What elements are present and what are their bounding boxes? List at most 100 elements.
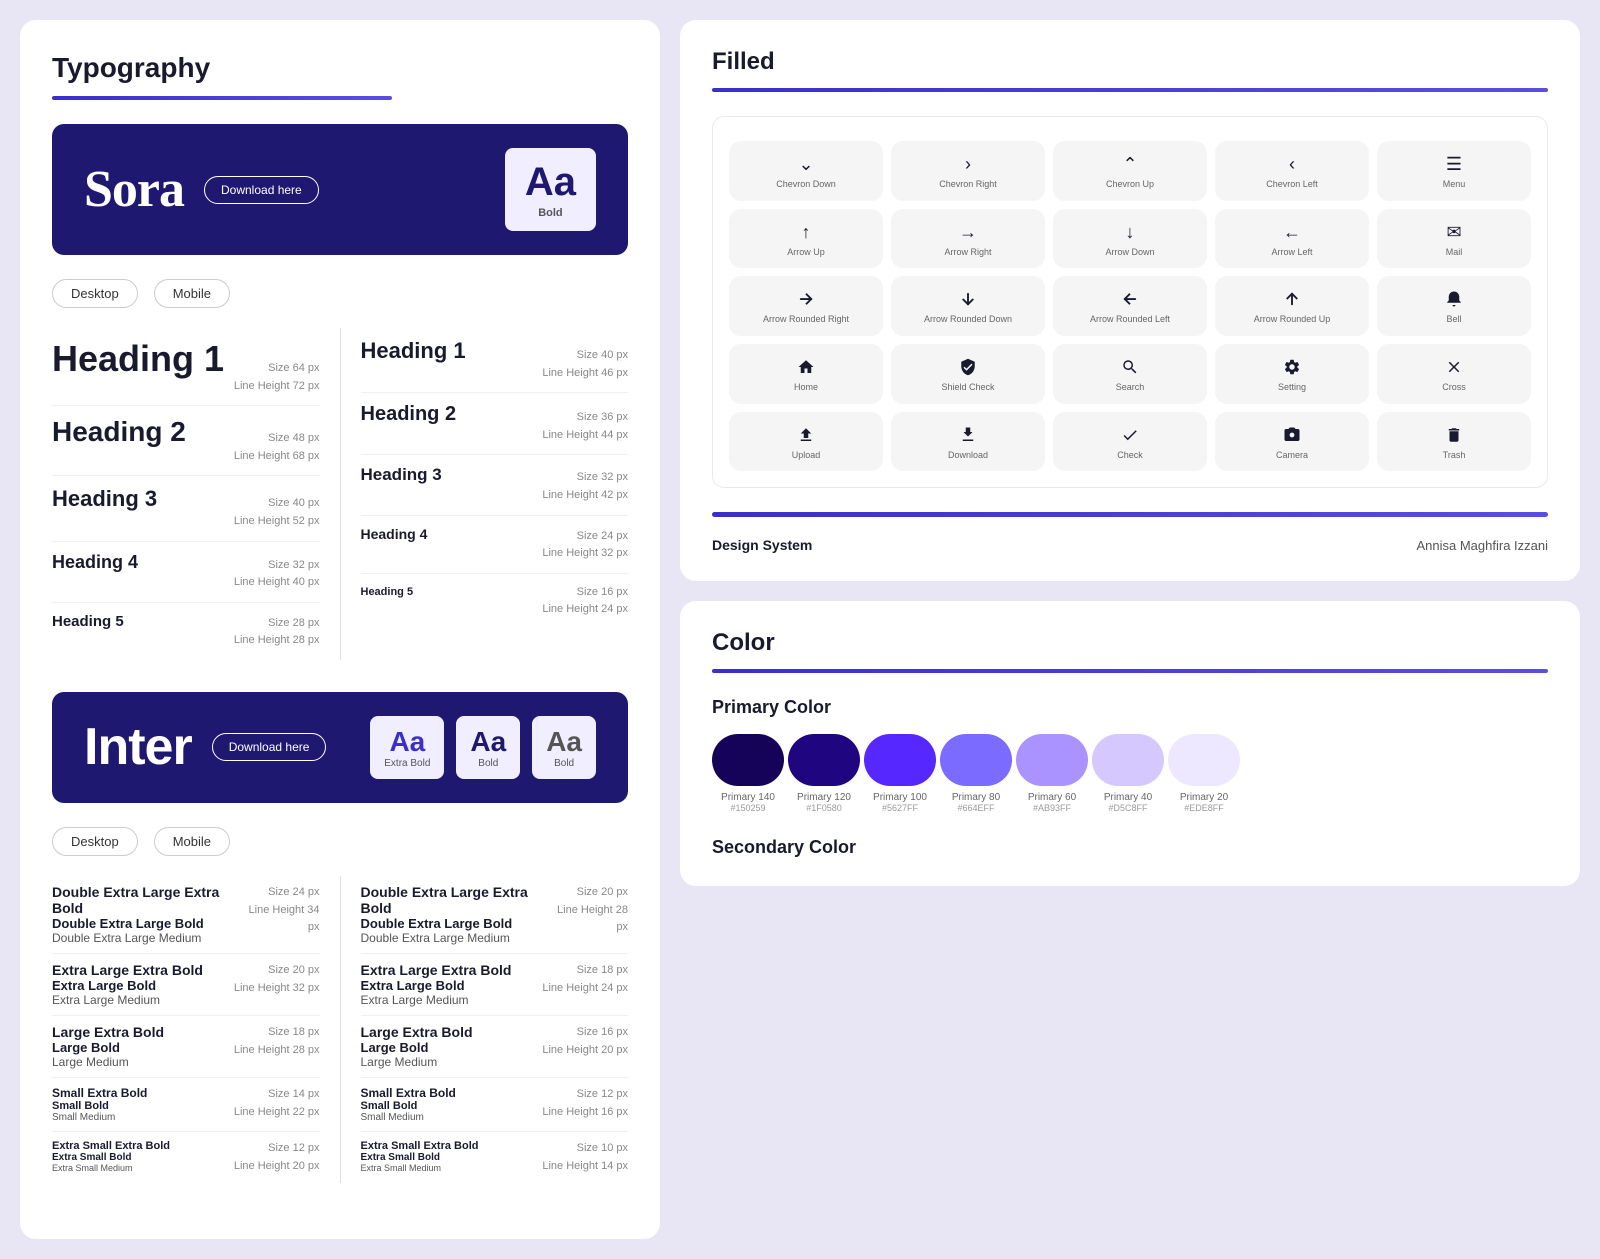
desktop-heading1: Heading 1 — [52, 338, 224, 380]
inter-font-name: Inter — [84, 717, 192, 777]
icon-download: Download — [891, 412, 1045, 472]
icon-grid: ⌄ Chevron Down › Chevron Right ⌃ Chevron… — [729, 141, 1531, 471]
sora-mobile-col: Heading 1 Size 40 pxLine Height 46 px He… — [361, 328, 629, 660]
icon-check: Check — [1053, 412, 1207, 472]
table-row: Extra Large Extra Bold Extra Large Bold … — [361, 954, 629, 1016]
headings-divider — [340, 328, 341, 660]
inter-divider — [340, 876, 341, 1183]
inter-mobile-tab[interactable]: Mobile — [154, 827, 230, 856]
design-system-footer: Design System Annisa Maghfira Izzani — [712, 529, 1548, 553]
color-divider — [712, 669, 1548, 673]
table-row: Heading 3 Size 32 pxLine Height 42 px — [361, 455, 629, 515]
title-divider — [52, 96, 392, 100]
table-row: Heading 4 Size 32 pxLine Height 40 px — [52, 542, 320, 603]
icon-arrow-rounded-left: Arrow Rounded Left — [1053, 276, 1207, 336]
icon-arrow-up: ↑ Arrow Up — [729, 209, 883, 269]
inter-desktop-tab[interactable]: Desktop — [52, 827, 138, 856]
arrow-rounded-right-icon — [797, 290, 815, 308]
chevron-up-icon: ⌃ — [1122, 155, 1137, 173]
mobile-heading4: Heading 4 — [361, 526, 428, 542]
icon-bell: Bell — [1377, 276, 1531, 336]
list-item: Primary 20 #EDE8FF — [1168, 734, 1240, 813]
primary-120-swatch — [788, 734, 860, 786]
table-row: Extra Small Extra Bold Extra Small Bold … — [52, 1132, 320, 1183]
inter-preview-bold2: Aa Bold — [532, 716, 596, 779]
icon-setting: Setting — [1215, 344, 1369, 404]
search-icon — [1121, 358, 1139, 376]
table-row: Double Extra Large Extra Bold Double Ext… — [52, 876, 320, 954]
table-row: Heading 1 Size 64 pxLine Height 72 px — [52, 328, 320, 406]
list-item: Primary 40 #D5C8FF — [1092, 734, 1164, 813]
inter-mobile-col: Double Extra Large Extra Bold Double Ext… — [361, 876, 629, 1183]
table-row: Extra Large Extra Bold Extra Large Bold … — [52, 954, 320, 1016]
arrow-up-icon: ↑ — [802, 223, 811, 241]
color-card: Color Primary Color Primary 140 #150259 … — [680, 601, 1580, 886]
sora-aa-label: Bold — [538, 207, 562, 219]
mobile-heading1: Heading 1 — [361, 338, 466, 364]
list-item: Primary 120 #1F0580 — [788, 734, 860, 813]
table-row: Extra Small Extra Bold Extra Small Bold … — [361, 1132, 629, 1183]
sora-desktop-col: Heading 1 Size 64 pxLine Height 72 px He… — [52, 328, 320, 660]
icon-search: Search — [1053, 344, 1207, 404]
arrow-rounded-left-icon — [1121, 290, 1139, 308]
color-section-title: Color — [712, 629, 1548, 657]
icons-card: Filled ⌄ Chevron Down › Chevron Right ⌃ … — [680, 20, 1580, 581]
setting-icon — [1283, 358, 1301, 376]
inter-desktop-col: Double Extra Large Extra Bold Double Ext… — [52, 876, 320, 1183]
icon-arrow-rounded-right: Arrow Rounded Right — [729, 276, 883, 336]
inter-section: Inter Download here Aa Extra Bold Aa Bol… — [52, 692, 628, 1183]
left-panel: Typography Sora Download here Aa Bold De… — [20, 20, 660, 1239]
icon-chevron-down: ⌄ Chevron Down — [729, 141, 883, 201]
sora-mobile-tab[interactable]: Mobile — [154, 279, 230, 308]
design-system-author: Annisa Maghfira Izzani — [1416, 538, 1548, 553]
home-icon — [797, 358, 815, 376]
primary-40-swatch — [1092, 734, 1164, 786]
sora-download-button[interactable]: Download here — [204, 176, 319, 204]
typography-card: Typography Sora Download here Aa Bold De… — [20, 20, 660, 1239]
icons-footer: Design System Annisa Maghfira Izzani — [712, 512, 1548, 553]
sora-desktop-tab[interactable]: Desktop — [52, 279, 138, 308]
mobile-heading2: Heading 2 — [361, 403, 457, 426]
menu-icon: ☰ — [1446, 155, 1462, 173]
icon-trash: Trash — [1377, 412, 1531, 472]
inter-text-table: Double Extra Large Extra Bold Double Ext… — [52, 876, 628, 1183]
sora-preview-aa: Aa Bold — [505, 148, 596, 231]
inter-download-button[interactable]: Download here — [212, 733, 327, 761]
primary-60-swatch — [1016, 734, 1088, 786]
icon-chevron-up: ⌃ Chevron Up — [1053, 141, 1207, 201]
arrow-rounded-up-icon — [1283, 290, 1301, 308]
primary-20-swatch — [1168, 734, 1240, 786]
sora-font-name: Sora — [84, 160, 184, 219]
table-row: Large Extra Bold Large Bold Large Medium… — [52, 1016, 320, 1078]
icon-chevron-right: › Chevron Right — [891, 141, 1045, 201]
primary-color-swatches: Primary 140 #150259 Primary 120 #1F0580 … — [712, 734, 1548, 813]
desktop-heading2: Heading 2 — [52, 416, 186, 448]
cross-icon — [1445, 358, 1463, 376]
icon-mail: ✉ Mail — [1377, 209, 1531, 269]
download-icon — [959, 426, 977, 444]
right-panel: Filled ⌄ Chevron Down › Chevron Right ⌃ … — [680, 20, 1580, 1239]
icon-arrow-down: ↓ Arrow Down — [1053, 209, 1207, 269]
chevron-right-icon: › — [965, 155, 971, 173]
typography-title: Typography — [52, 52, 628, 84]
table-row: Heading 5 Size 28 pxLine Height 28 px — [52, 603, 320, 660]
icon-arrow-rounded-down: Arrow Rounded Down — [891, 276, 1045, 336]
trash-icon — [1445, 426, 1463, 444]
primary-80-swatch — [940, 734, 1012, 786]
table-row: Heading 2 Size 36 pxLine Height 44 px — [361, 393, 629, 455]
shield-check-icon — [959, 358, 977, 376]
table-row: Heading 3 Size 40 pxLine Height 52 px — [52, 476, 320, 541]
table-row: Double Extra Large Extra Bold Double Ext… — [361, 876, 629, 954]
icons-section-title: Filled — [712, 48, 1548, 76]
arrow-down-icon: ↓ — [1126, 223, 1135, 241]
icons-inner-box: ⌄ Chevron Down › Chevron Right ⌃ Chevron… — [712, 116, 1548, 488]
icon-menu: ☰ Menu — [1377, 141, 1531, 201]
sora-headings-table: Heading 1 Size 64 pxLine Height 72 px He… — [52, 328, 628, 660]
list-item: Primary 140 #150259 — [712, 734, 784, 813]
sora-hero-box: Sora Download here Aa Bold — [52, 124, 628, 255]
table-row: Heading 1 Size 40 pxLine Height 46 px — [361, 328, 629, 393]
icon-arrow-left: ← Arrow Left — [1215, 209, 1369, 269]
footer-bar — [712, 512, 1548, 517]
primary-140-swatch — [712, 734, 784, 786]
arrow-rounded-down-icon — [959, 290, 977, 308]
